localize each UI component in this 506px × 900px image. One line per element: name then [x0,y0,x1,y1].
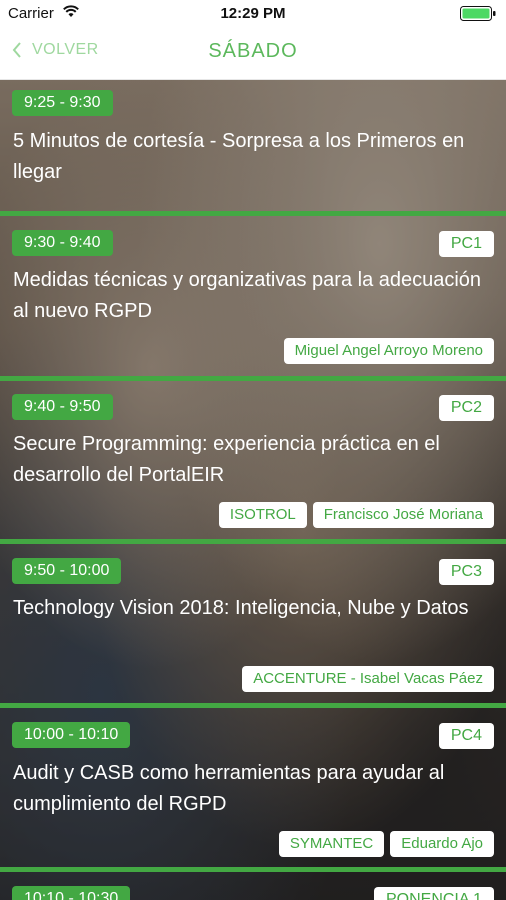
session-time: 9:30 - 9:40 [12,230,113,256]
session-time: 10:00 - 10:10 [12,722,131,748]
session-card[interactable]: 9:50 - 10:00 PC3 Technology Vision 2018:… [0,544,506,704]
session-time: 9:50 - 10:00 [12,558,122,584]
session-room: PONENCIA 1 [373,887,494,900]
session-time: 9:25 - 9:30 [12,90,113,116]
session-card[interactable]: 9:25 - 9:30 5 Minutos de cortesía - Sorp… [0,80,506,211]
nav-bar: VOLVER SÁBADO [0,28,506,80]
battery-icon [460,6,496,21]
divider [0,539,506,544]
clock: 12:29 PM [220,5,286,22]
session-card[interactable]: 9:40 - 9:50 PC2 Secure Programming: expe… [0,381,506,541]
speaker-badge[interactable]: ACCENTURE - Isabel Vacas Páez [242,666,494,692]
session-speakers: SYMANTEC Eduardo Ajo [278,831,494,857]
session-title: Medidas técnicas y organizativas para la… [13,269,482,322]
session-title: Secure Programming: experiencia práctica… [13,433,440,486]
session-speakers: ACCENTURE - Isabel Vacas Páez [242,666,494,692]
session-speakers: ISOTROL Francisco José Moriana [218,502,494,528]
session-title: 5 Minutos de cortesía - Sorpresa a los P… [13,130,465,183]
session-title: Technology Vision 2018: Inteligencia, Nu… [13,597,469,619]
session-card[interactable]: 10:10 - 10:30 PONENCIA 1 [0,872,506,900]
speaker-badge[interactable]: ISOTROL [218,502,307,528]
divider [0,376,506,381]
speaker-badge[interactable]: Miguel Angel Arroyo Moreno [283,338,494,364]
speaker-badge[interactable]: SYMANTEC [278,831,385,857]
speaker-badge[interactable]: Francisco José Moriana [312,502,494,528]
session-room: PC2 [438,395,494,421]
session-room: PC1 [438,231,494,257]
speaker-badge[interactable]: Eduardo Ajo [390,831,494,857]
divider [0,703,506,708]
status-bar: Carrier 12:29 PM [0,0,506,28]
session-room: PC3 [438,559,494,585]
page-title: SÁBADO [208,40,298,62]
schedule-list[interactable]: 9:25 - 9:30 5 Minutos de cortesía - Sorp… [0,80,506,900]
session-title: Audit y CASB como herramientas para ayud… [13,762,445,815]
session-speakers: Miguel Angel Arroyo Moreno [283,338,494,364]
session-card[interactable]: 10:00 - 10:10 PC4 Audit y CASB como herr… [0,708,506,868]
divider [0,211,506,216]
session-room: PC4 [438,723,494,749]
session-card[interactable]: 9:30 - 9:40 PC1 Medidas técnicas y organ… [0,216,506,376]
divider [0,867,506,872]
session-time: 10:10 - 10:30 [12,886,131,900]
session-time: 9:40 - 9:50 [12,394,113,420]
